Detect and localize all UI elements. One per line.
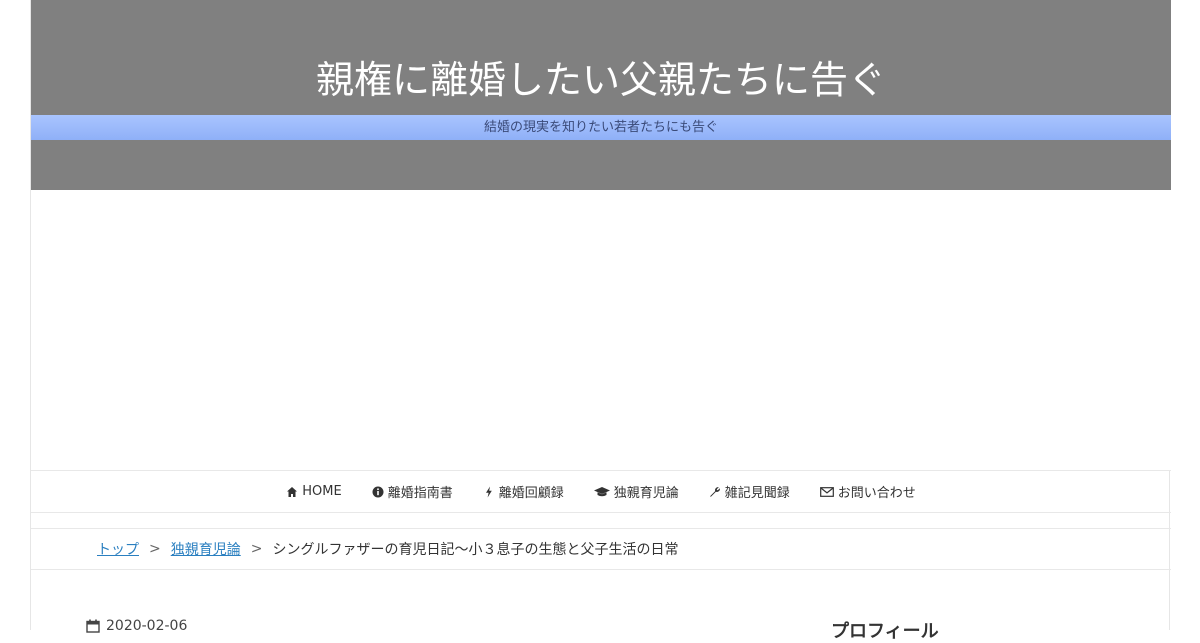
nav-item-label: お問い合わせ (837, 486, 916, 501)
divider-band (31, 513, 1171, 529)
nav-item-label: 雑記見聞録 (724, 486, 790, 501)
breadcrumb: トップ > 独親育児論 > シングルファザーの育児日記～小３息子の生態と父子生活… (31, 529, 1171, 570)
sidebar-profile-heading: プロフィール (831, 621, 939, 642)
ad-space (31, 190, 1171, 470)
breadcrumb-link-category[interactable]: 独親育児論 (171, 539, 241, 559)
info-circle-icon (372, 486, 384, 497)
home-icon (287, 486, 298, 497)
site-title[interactable]: 親権に離婚したい父親たちに告ぐ (31, 52, 1171, 108)
nav-item-contact[interactable]: お問い合わせ (819, 482, 916, 501)
page: 親権に離婚したい父親たちに告ぐ 結婚の現実を知りたい若者たちにも告ぐ HOME … (30, 0, 1171, 642)
bolt-icon (485, 486, 492, 497)
nav-item-miscellany[interactable]: 雑記見聞録 (709, 482, 790, 501)
breadcrumb-current: シングルファザーの育児日記～小３息子の生態と父子生活の日常 (272, 542, 679, 558)
breadcrumb-separator: > (250, 541, 263, 557)
nav-item-divorce-memoir[interactable]: 離婚回顧録 (483, 482, 564, 501)
calendar-icon (86, 619, 100, 633)
nav-item-label: 離婚回顧録 (498, 486, 564, 501)
wrench-icon (709, 486, 720, 497)
nav-item-label: 離婚指南書 (387, 486, 453, 501)
post-date-text: 2020-02-06 (106, 618, 188, 634)
breadcrumb-link-top[interactable]: トップ (97, 539, 139, 559)
post-date: 2020-02-06 (86, 618, 187, 634)
nav-item-label: HOME (302, 484, 342, 499)
envelope-icon (819, 486, 834, 497)
nav-item-single-parenting[interactable]: 独親育児論 (593, 482, 679, 501)
global-nav: HOME 離婚指南書 離婚回顧録 独親育児論 雑記見聞録 お問い合わせ (31, 470, 1171, 513)
nav-item-home[interactable]: HOME (286, 484, 342, 499)
site-tagline: 結婚の現実を知りたい若者たちにも告ぐ (483, 120, 718, 135)
breadcrumb-separator: > (149, 541, 161, 557)
graduation-cap-icon (593, 486, 610, 496)
tagline-bar: 結婚の現実を知りたい若者たちにも告ぐ (31, 115, 1171, 140)
nav-item-label: 独親育児論 (613, 486, 679, 501)
nav-item-divorce-guide[interactable]: 離婚指南書 (372, 482, 453, 501)
site-header: 親権に離婚したい父親たちに告ぐ 結婚の現実を知りたい若者たちにも告ぐ (31, 0, 1171, 190)
